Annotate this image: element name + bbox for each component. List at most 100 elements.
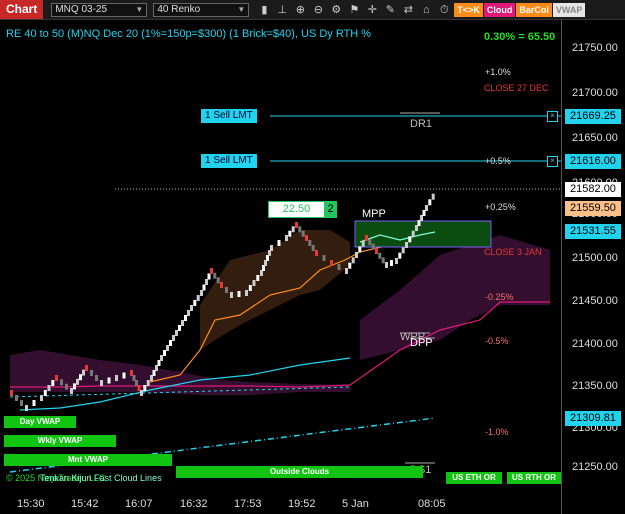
time-tick: 5 Jan — [342, 498, 369, 510]
chart-header-info: RE 40 to 50 (M)NQ Dec 20 (1%=150p=$300) … — [6, 28, 372, 40]
renko-brick — [190, 305, 193, 311]
position-pnl[interactable]: 22.50 — [268, 201, 325, 218]
alert-icon[interactable]: ⏱ — [437, 3, 451, 17]
renko-brick — [225, 287, 228, 293]
tenkan-kijun-overlay-label: Tenkan Kijun Fast Cloud Lines — [40, 473, 162, 483]
renko-brick — [82, 369, 85, 376]
renko-brick — [181, 320, 184, 326]
vwap-toggle-button[interactable]: VWAP — [552, 2, 585, 17]
sell-limit-order-2[interactable]: 1 Sell LMT — [201, 154, 257, 168]
renko-brick — [73, 383, 76, 390]
indicators-icon[interactable]: ⊥ — [275, 3, 289, 17]
price-tick: 21250.00 — [572, 461, 618, 473]
position-quantity[interactable]: 2 — [324, 201, 337, 218]
renko-brick — [65, 383, 68, 390]
bar-type-selector[interactable]: 40 Renko ▼ — [153, 2, 250, 17]
renko-brick — [368, 239, 372, 246]
day-vwap-button[interactable]: Day VWAP — [4, 416, 76, 428]
price-tick: 21400.00 — [572, 338, 618, 350]
cancel-order-2-icon[interactable]: × — [547, 156, 558, 167]
order-price-tag-1: 21669.25 — [565, 109, 621, 124]
time-tick: 17:53 — [234, 498, 262, 510]
renko-brick — [355, 252, 358, 258]
renko-brick — [425, 205, 428, 211]
renko-brick — [322, 255, 326, 261]
renko-brick — [51, 380, 55, 386]
renko-brick — [163, 350, 166, 356]
renko-brick — [196, 295, 200, 301]
price-tick: 21750.00 — [572, 42, 618, 54]
wkly-vwap-button[interactable]: Wkly VWAP — [4, 435, 116, 447]
renko-brick — [207, 273, 211, 280]
renko-brick — [205, 279, 208, 285]
renko-brick — [107, 377, 111, 384]
renko-brick — [291, 226, 295, 233]
renko-brick — [390, 260, 393, 266]
outside-clouds-button[interactable]: Outside Clouds — [176, 466, 423, 478]
us-eth-or-button[interactable]: US ETH OR — [446, 472, 502, 484]
renko-brick — [143, 385, 147, 391]
chart-toolbar: Chart MNQ 03-25 ▼ 40 Renko ▼ ▮ ⊥ ⊕ ⊖ ⚙ ⚑… — [0, 0, 625, 20]
close-3-jan-label: CLOSE 3 JAN — [484, 247, 542, 257]
renko-brick — [178, 325, 181, 331]
renko-brick — [237, 291, 241, 297]
tk-toggle-button[interactable]: T<>K — [454, 2, 483, 17]
vwap-price-tag: 21309.81 — [565, 411, 621, 426]
price-axis[interactable]: 21750.00 21700.00 21650.00 21600.00 2155… — [561, 20, 625, 514]
cyan-line-price-tag: 21531.55 — [565, 224, 621, 239]
instrument-label: MNQ 03-25 — [55, 4, 108, 15]
minus-025-pct-label: -0.25% — [485, 292, 514, 302]
renko-brick — [375, 248, 378, 254]
close-27-dec-label: CLOSE 27 DEC — [484, 83, 549, 93]
strategy-icon[interactable]: ⚑ — [347, 3, 361, 17]
renko-brick — [401, 247, 405, 254]
plus-1-pct-label: +1.0% — [485, 67, 511, 77]
renko-brick — [305, 235, 308, 241]
renko-brick — [245, 290, 248, 296]
renko-brick — [220, 282, 223, 288]
instrument-selector[interactable]: MNQ 03-25 ▼ — [51, 2, 148, 17]
chart-tab[interactable]: Chart — [0, 0, 44, 19]
renko-brick — [378, 252, 382, 259]
renko-brick — [277, 240, 281, 246]
renko-brick — [361, 240, 365, 247]
mnt-vwap-button[interactable]: Mnt VWAP — [4, 454, 172, 466]
cloud-toggle-button[interactable]: Cloud — [483, 2, 516, 17]
brown-cloud — [200, 230, 350, 350]
renko-brick — [230, 292, 233, 298]
crosshair-icon[interactable]: ✛ — [365, 3, 379, 17]
properties-icon[interactable]: ⚙ — [329, 3, 343, 17]
chart-trader-icon[interactable]: ⇄ — [401, 3, 415, 17]
renko-brick — [431, 193, 435, 200]
renko-brick — [193, 300, 197, 306]
barcol-toggle-button[interactable]: BarCol — [516, 2, 552, 17]
renko-brick — [395, 258, 398, 264]
renko-brick — [348, 262, 352, 269]
renko-brick — [10, 390, 13, 396]
renko-brick — [428, 199, 432, 206]
renko-brick — [187, 310, 190, 316]
drawing-tools-icon[interactable]: ✎ — [383, 3, 397, 17]
bars-icon[interactable]: ▮ — [257, 3, 271, 17]
renko-brick — [365, 235, 368, 241]
last-price-tag: 21582.00 — [565, 182, 621, 197]
renko-brick — [213, 272, 217, 279]
renko-brick — [311, 245, 315, 251]
plus-05-pct-label: +0.5% — [485, 156, 511, 166]
price-tick: 21650.00 — [572, 132, 618, 144]
zoom-in-icon[interactable]: ⊕ — [293, 3, 307, 17]
order-price-tag-2: 21616.00 — [565, 154, 621, 169]
flatten-icon[interactable]: ⌂ — [419, 3, 433, 17]
renko-brick — [115, 375, 118, 381]
chart-panel[interactable]: RE 40 to 50 (M)NQ Dec 20 (1%=150p=$300) … — [0, 20, 625, 514]
us-rth-or-button[interactable]: US RTH OR — [507, 472, 561, 484]
renko-brick — [351, 257, 355, 264]
sell-limit-order-1[interactable]: 1 Sell LMT — [201, 109, 257, 123]
renko-brick — [358, 246, 362, 253]
cancel-order-1-icon[interactable]: × — [547, 111, 558, 122]
renko-brick — [248, 285, 252, 291]
renko-brick — [166, 345, 169, 351]
dr1-label: DR1 — [410, 118, 433, 130]
renko-brick — [85, 365, 88, 371]
zoom-out-icon[interactable]: ⊖ — [311, 3, 325, 17]
